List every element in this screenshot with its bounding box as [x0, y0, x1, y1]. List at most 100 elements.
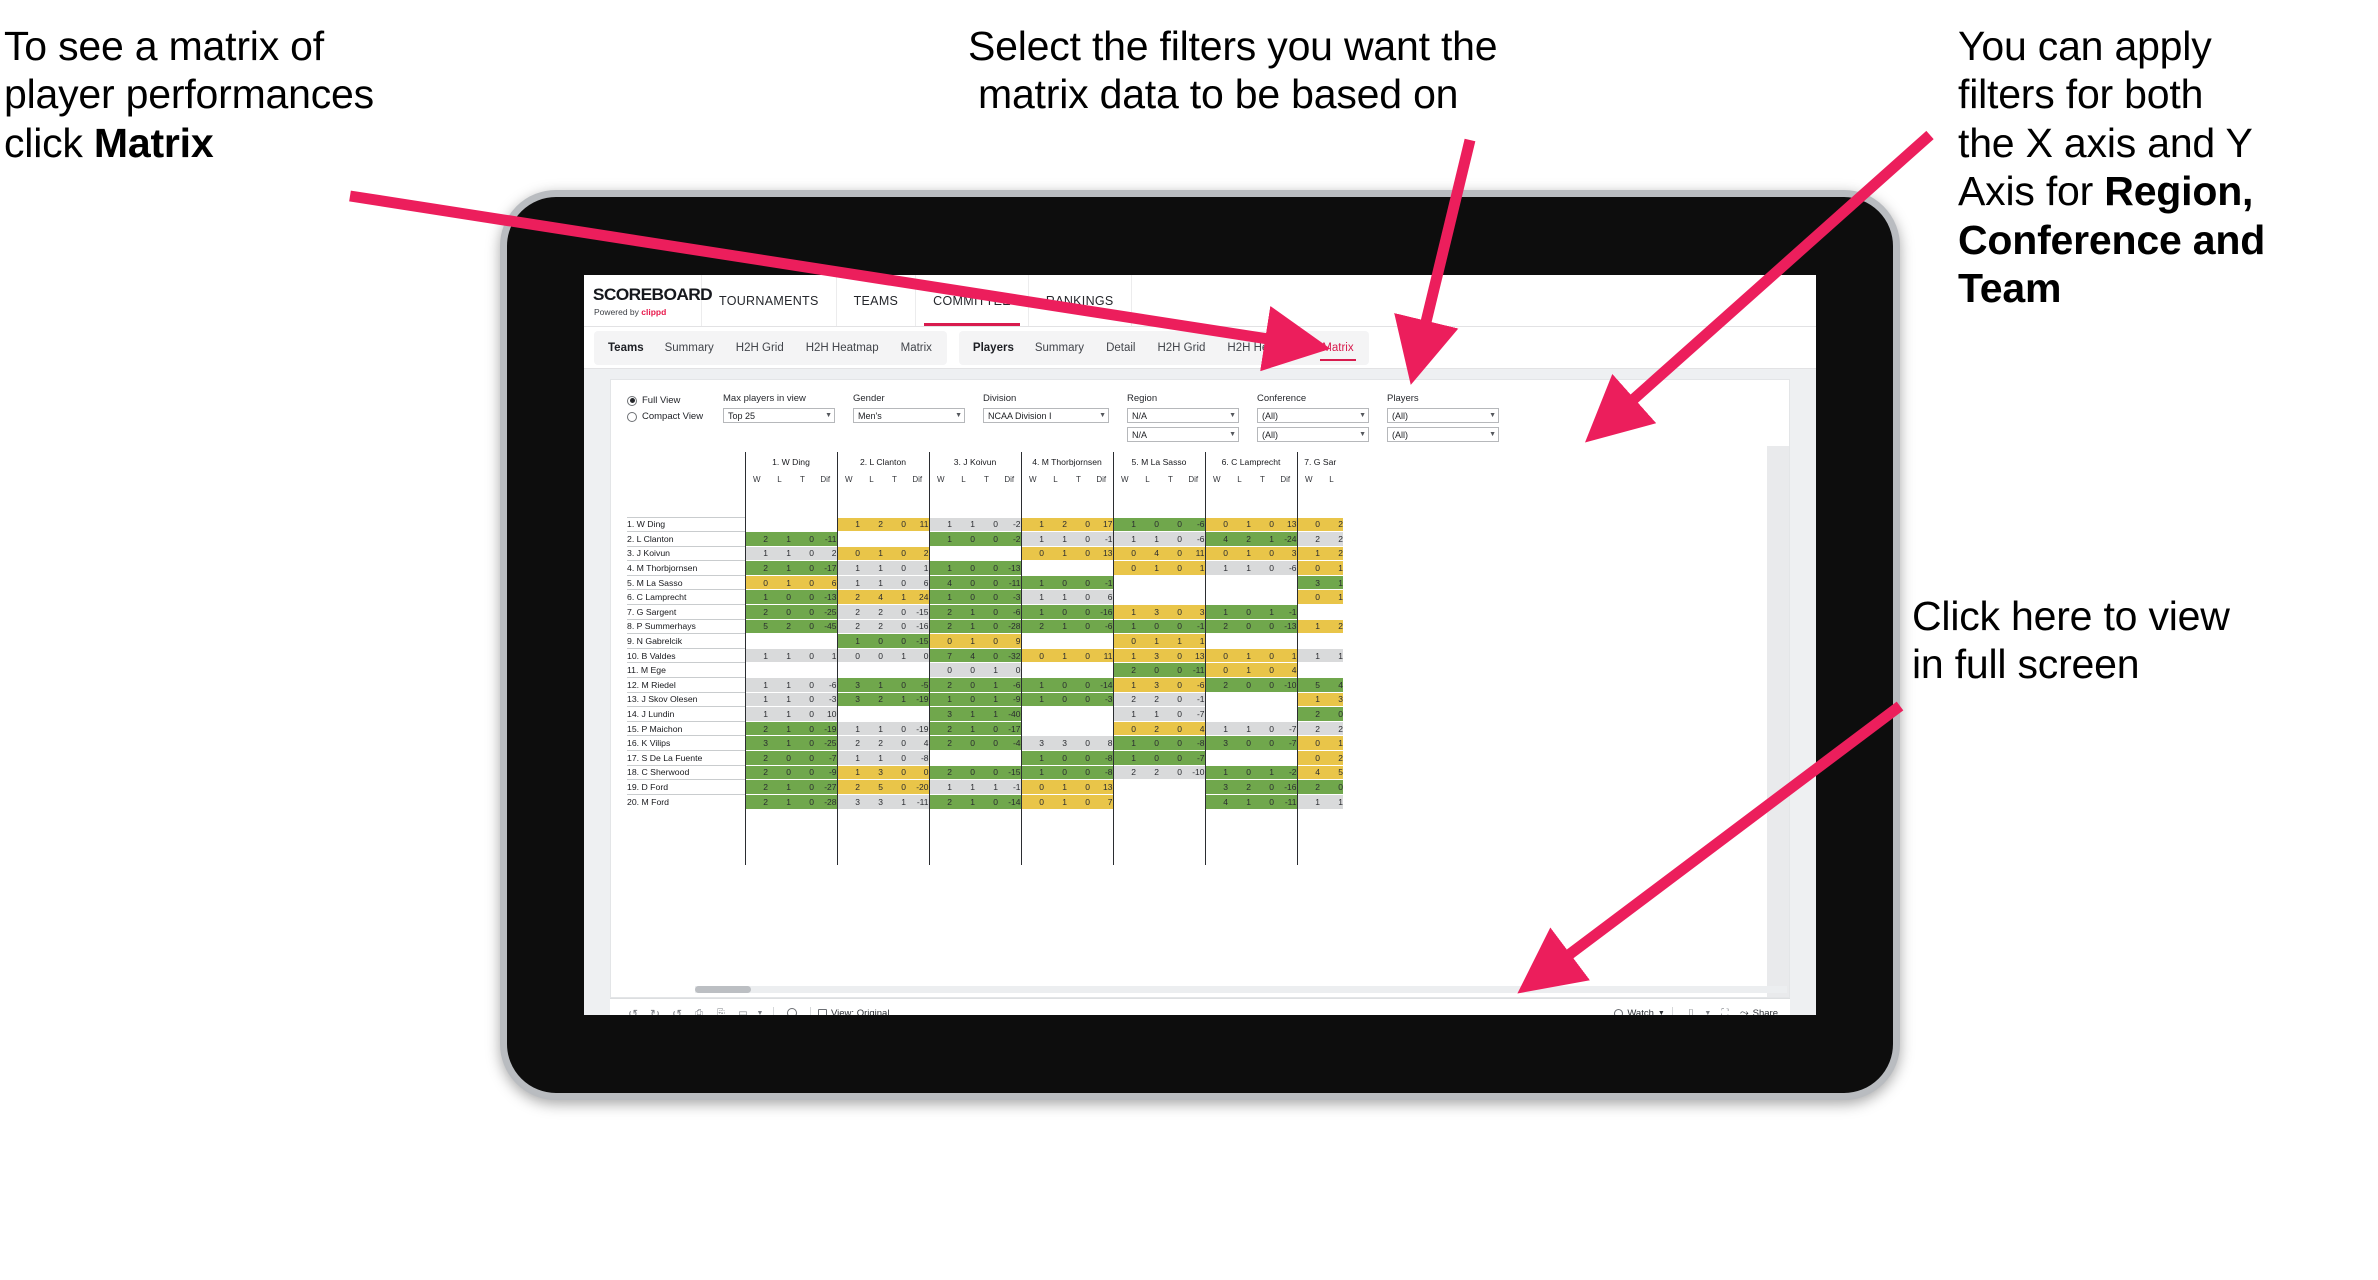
matrix-cell: 8 [1090, 735, 1113, 751]
radio-compact-view-icon[interactable] [627, 411, 637, 422]
matrix-cell: 0 [791, 647, 814, 663]
matrix-cell: 1 [836, 720, 860, 736]
matrix-cell: -8 [906, 750, 929, 766]
matrix-cell: 2 [860, 604, 883, 620]
matrix-cell: 0 [791, 793, 814, 809]
sub-nav-players-detail[interactable]: Detail [1095, 331, 1146, 365]
top-nav-tournaments[interactable]: TOURNAMENTS [702, 275, 837, 326]
matrix-cell [1274, 691, 1297, 707]
matrix-cell: 0 [1251, 662, 1274, 678]
filter-gender-select[interactable]: Men's ▼ [853, 408, 965, 423]
matrix-cell: -11 [906, 793, 929, 809]
matrix-cell: -14 [1090, 677, 1113, 693]
matrix-cell [1067, 633, 1090, 649]
matrix-cell: -7 [1274, 720, 1297, 736]
chevron-down-icon[interactable]: ▼ [754, 1010, 766, 1015]
matrix-cell [1090, 633, 1113, 649]
matrix-cell [1067, 662, 1090, 678]
matrix-cell: 5 [744, 618, 768, 634]
matrix-cell: 0 [791, 618, 814, 634]
sub-nav-players-summary[interactable]: Summary [1024, 331, 1095, 365]
matrix-cell: 3 [1136, 604, 1159, 620]
top-nav-rankings[interactable]: RANKINGS [1029, 275, 1132, 326]
matrix-cell: 1 [1020, 589, 1044, 605]
filter-division-select[interactable]: NCAA Division I ▼ [983, 408, 1109, 423]
device-preview-icon[interactable]: ⌷ [1680, 1008, 1702, 1015]
matrix-cell: 7 [928, 647, 952, 663]
matrix-cell: -8 [1090, 750, 1113, 766]
chevron-down-icon[interactable]: ▼ [1702, 1010, 1714, 1015]
view-mode-compact[interactable]: Compact View [627, 411, 723, 422]
filter-players-select-x[interactable]: (All) ▼ [1387, 408, 1499, 423]
matrix-cell: 0 [975, 793, 998, 809]
matrix-cell: 4 [1320, 677, 1343, 693]
view-mode-full[interactable]: Full View [627, 395, 723, 406]
fullscreen-icon[interactable]: ⛶ [1714, 1008, 1736, 1015]
share-label: Share [1752, 1008, 1778, 1015]
matrix-cell [1274, 574, 1297, 590]
view-original-button[interactable]: View: Original [818, 1008, 889, 1015]
top-nav-committee[interactable]: COMMITTEE [916, 275, 1029, 326]
matrix-cell: -16 [1090, 604, 1113, 620]
matrix-cell: -1 [1182, 691, 1205, 707]
filter-max-players: Max players in view Top 25 ▼ [723, 393, 835, 446]
matrix-cell: 0 [1067, 604, 1090, 620]
matrix-cell [1020, 706, 1044, 722]
sub-nav-players-h2h-grid[interactable]: H2H Grid [1146, 331, 1216, 365]
matrix-subheader: Dif [1004, 475, 1015, 484]
matrix-cell: 2 [860, 516, 883, 532]
matrix-cell: 0 [1204, 662, 1228, 678]
matrix-cell: 2 [836, 735, 860, 751]
matrix-cell: 0 [1159, 691, 1182, 707]
matrix-cell: 1 [836, 516, 860, 532]
pause-auto-update-icon[interactable] [781, 1007, 803, 1015]
watch-button[interactable]: Watch ▼ [1614, 1008, 1665, 1015]
pause-data-icon[interactable]: ⎘ [710, 1008, 732, 1015]
matrix-cell: 2 [836, 604, 860, 620]
table-row: 18. C Sherwood 2 0 0 -9 1 3 0 0 2 0 0 -15 1 0 0 -8 2 2 0 -10… [627, 764, 1343, 780]
annotation-matrix-line3: click Matrix [4, 119, 544, 167]
sub-nav-teams-h2h-heatmap[interactable]: H2H Heatmap [795, 331, 890, 365]
sub-nav-players-h2h-heatmap[interactable]: H2H Heatmap [1216, 331, 1311, 365]
matrix-cell: 1 [1320, 647, 1343, 663]
view-mode-full-label: Full View [642, 395, 681, 406]
matrix-cell: 1 [1112, 735, 1136, 751]
filter-conference-select-x[interactable]: (All) ▼ [1257, 408, 1369, 423]
matrix-cell [1067, 560, 1090, 576]
filter-conference-select-y[interactable]: (All) ▼ [1257, 427, 1369, 442]
filter-players-select-y[interactable]: (All) ▼ [1387, 427, 1499, 442]
matrix-subheader: L [1145, 475, 1150, 484]
top-nav-teams[interactable]: TEAMS [837, 275, 917, 326]
matrix-cell: 1 [1020, 750, 1044, 766]
scrollbar-thumb[interactable] [695, 986, 751, 993]
sub-nav-players-matrix[interactable]: Matrix [1311, 331, 1364, 365]
refresh-data-icon[interactable]: ⎙ [688, 1008, 710, 1015]
matrix-cell [1228, 574, 1251, 590]
annotation-axis-line2: filters for both [1958, 71, 2204, 118]
new-sheet-icon[interactable]: ▭ [732, 1008, 754, 1015]
sub-nav-teams-matrix[interactable]: Matrix [890, 331, 943, 365]
redo-icon[interactable]: ↻ [644, 1007, 666, 1016]
matrix-cell: -1 [1090, 574, 1113, 590]
matrix-cell: 1 [1020, 691, 1044, 707]
filter-max-players-value: Top 25 [728, 410, 756, 421]
matrix-cell: -3 [814, 691, 837, 707]
horizontal-scrollbar[interactable] [695, 986, 1787, 993]
matrix-cell: 1 [952, 779, 975, 795]
filter-region-select-y[interactable]: N/A ▼ [1127, 427, 1239, 442]
radio-full-view-icon[interactable] [627, 395, 637, 406]
matrix-cell: 1 [860, 720, 883, 736]
view-icon [818, 1009, 827, 1015]
share-button[interactable]: ⤳ Share [1740, 1007, 1778, 1015]
filter-region-select-x[interactable]: N/A ▼ [1127, 408, 1239, 423]
matrix-cell: 0 [791, 735, 814, 751]
undo-icon[interactable]: ↺ [622, 1007, 644, 1016]
matrix-cell: -15 [906, 604, 929, 620]
revert-icon[interactable]: ↺ [666, 1007, 688, 1016]
sub-nav-teams-summary[interactable]: Summary [654, 331, 725, 365]
sub-nav-teams-h2h-grid[interactable]: H2H Grid [725, 331, 795, 365]
matrix-cell: 0 [1112, 633, 1136, 649]
filter-max-players-select[interactable]: Top 25 ▼ [723, 408, 835, 423]
matrix-cell: 3 [1020, 735, 1044, 751]
table-row: 8. P Summerhays 5 2 0 -45 2 2 0 -16 2 1 0 -28 2 1 0 -6 1 0… [627, 618, 1343, 634]
